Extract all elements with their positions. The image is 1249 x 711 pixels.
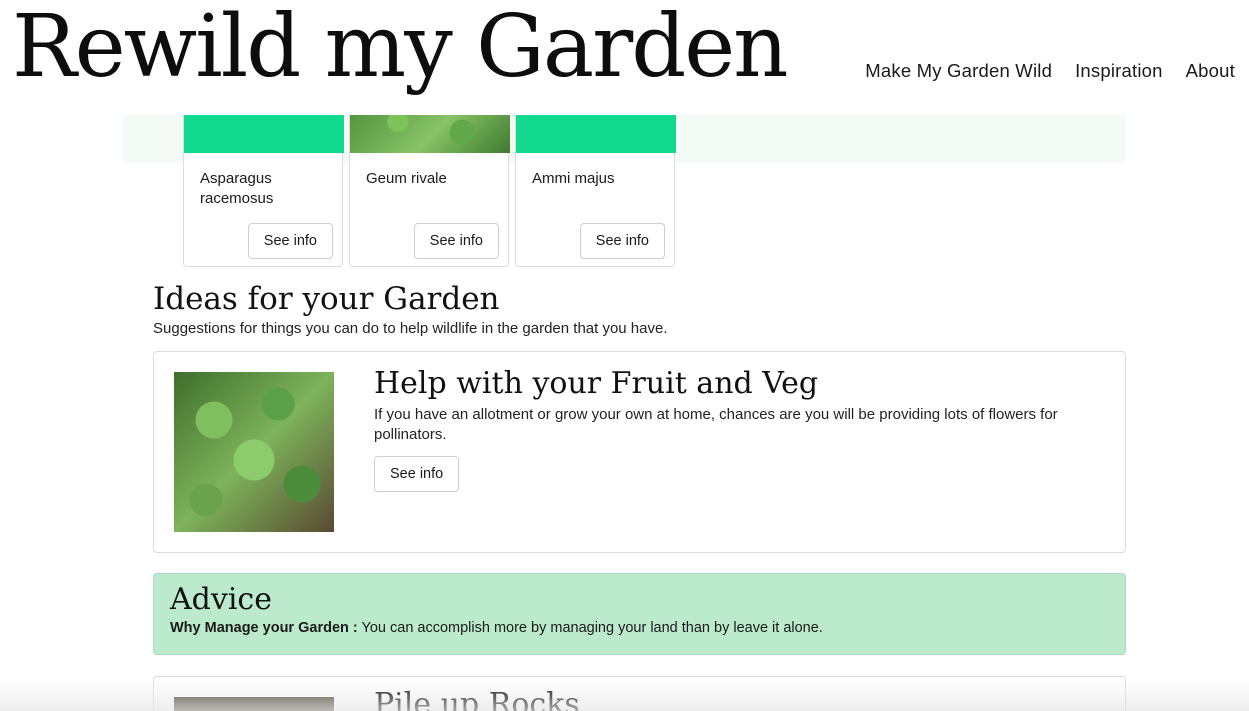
plant-card: Asparagus racemosus See info [183,100,344,267]
plant-name: Ammi majus [532,170,615,187]
idea-title: Help with your Fruit and Veg [374,366,819,401]
nav-make-my-garden-wild[interactable]: Make My Garden Wild [865,60,1052,82]
advice-box: Advice Why Manage your Garden : You can … [153,573,1126,655]
plant-card: Ammi majus See info [515,100,676,267]
ideas-heading: Ideas for your Garden [153,281,500,317]
ideas-subtitle: Suggestions for things you can do to hel… [153,320,668,337]
see-info-button[interactable]: See info [247,223,333,259]
plant-name: Asparagus racemosus [200,170,274,207]
advice-body: You can accomplish more by managing your… [357,620,823,636]
nav-about[interactable]: About [1186,60,1235,82]
advice-title: Advice [170,582,272,617]
see-info-button[interactable]: See info [413,223,499,259]
plant-card: Geum rivale See info [349,100,510,267]
idea-image [174,372,334,532]
plant-name: Geum rivale [366,170,447,187]
idea-description: If you have an allotment or grow your ow… [374,406,1058,443]
idea-card: Pile up Rocks [153,676,1126,711]
advice-text: Why Manage your Garden : You can accompl… [170,620,823,636]
see-info-button[interactable]: See info [374,456,460,492]
idea-image [174,697,334,711]
site-header: Rewild my Garden Make My Garden Wild Ins… [0,0,1249,115]
idea-card: Help with your Fruit and Veg If you have… [153,351,1126,553]
advice-label: Why Manage your Garden : [170,620,358,636]
nav-inspiration[interactable]: Inspiration [1075,60,1163,82]
idea-title: Pile up Rocks [374,687,580,711]
see-info-button[interactable]: See info [579,223,665,259]
site-logo[interactable]: Rewild my Garden [12,4,789,90]
main-nav: Make My Garden Wild Inspiration About [865,60,1235,82]
